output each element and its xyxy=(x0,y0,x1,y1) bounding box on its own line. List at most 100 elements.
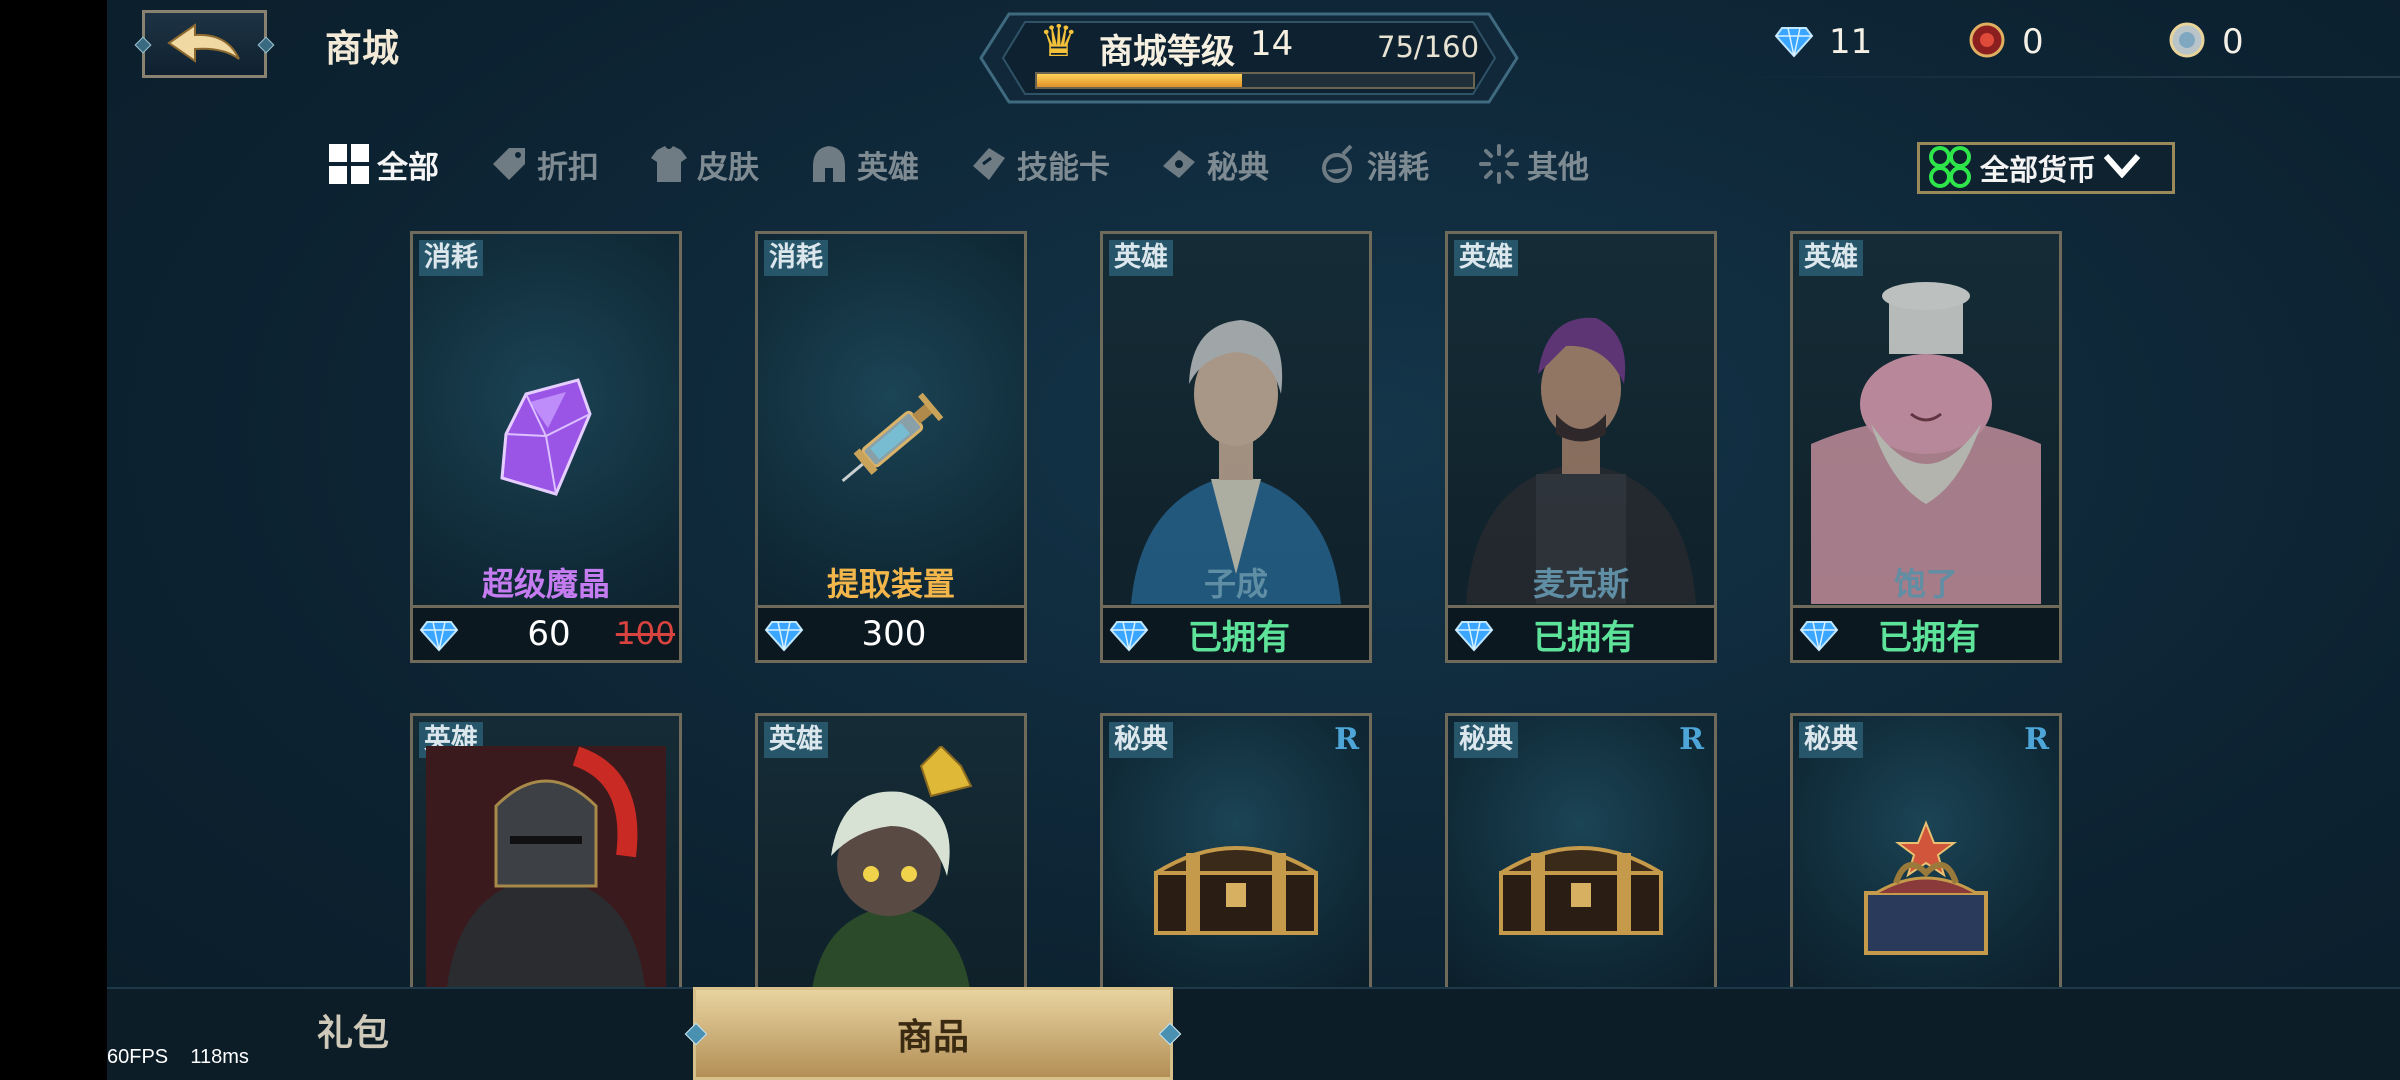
shop-item-card[interactable]: 英雄 饱了 已拥有 xyxy=(1790,231,2062,663)
shop-xp-text: 75/160 xyxy=(1377,30,1480,64)
item-name: 饱了 xyxy=(1893,565,1958,603)
item-art xyxy=(413,742,679,1000)
tab-skill-card-label: 技能卡 xyxy=(1017,149,1110,186)
currency-filter-label: 全部货币 xyxy=(1980,153,2097,187)
item-category-tag: 消耗 xyxy=(419,240,483,276)
rarity-badge: R xyxy=(1679,722,1704,757)
item-name: 提取装置 xyxy=(826,565,955,603)
price-tag-icon xyxy=(487,142,531,186)
tab-other[interactable]: 其他 xyxy=(1477,134,1589,194)
shop-screen: 商城 ♛ 商城等级 14 75/160 11 0 0 全部 折扣 皮肤 英雄 技… xyxy=(107,0,2400,1080)
item-art xyxy=(1793,776,2059,1000)
tab-discount[interactable]: 折扣 xyxy=(487,134,599,194)
tab-skin[interactable]: 皮肤 xyxy=(647,134,759,194)
silver-coin-icon xyxy=(2169,22,2205,58)
clover-icon xyxy=(1926,144,1974,192)
chevron-down-icon xyxy=(2103,151,2141,186)
shop-xp-bar xyxy=(1035,72,1475,89)
magic-crystal-icon xyxy=(500,378,592,496)
tab-hero[interactable]: 英雄 xyxy=(807,134,919,194)
back-button[interactable] xyxy=(142,10,267,78)
rarity-badge: R xyxy=(2024,722,2049,757)
item-art xyxy=(1448,274,1714,604)
tab-all-label: 全部 xyxy=(377,149,439,186)
item-name: 子成 xyxy=(1203,565,1268,603)
sparkle-icon xyxy=(1477,142,1521,186)
potion-icon xyxy=(1317,142,1361,186)
item-art xyxy=(758,274,1024,604)
tab-hero-label: 英雄 xyxy=(857,149,919,186)
item-price: 300 xyxy=(861,614,927,654)
item-art xyxy=(758,742,1024,1000)
shop-item-card[interactable]: 秘典 R xyxy=(1790,713,2062,1003)
shop-xp-fill xyxy=(1037,74,1242,87)
price-bar: 300 xyxy=(758,605,1024,660)
bottom-nav xyxy=(107,987,2400,1080)
hero-portrait-icon xyxy=(811,746,973,996)
item-original-price: 100 xyxy=(615,616,675,652)
red-token-icon xyxy=(1969,22,2005,58)
diamond-icon xyxy=(1109,621,1149,652)
shop-item-card[interactable]: 英雄 xyxy=(410,713,682,1003)
diamond-icon xyxy=(419,621,459,652)
price-bar: 已拥有 xyxy=(1793,605,2059,660)
item-category-tag: 消耗 xyxy=(764,240,828,276)
item-category-tag: 英雄 xyxy=(1109,240,1173,276)
item-art xyxy=(1793,274,2059,604)
tab-consumable-label: 消耗 xyxy=(1367,149,1429,186)
shop-item-card[interactable]: 秘典 R xyxy=(1100,713,1372,1003)
item-art xyxy=(1103,274,1369,604)
helmet-icon xyxy=(807,142,851,186)
tab-goods-label: 商品 xyxy=(896,1016,969,1058)
rarity-badge: R xyxy=(1334,722,1359,757)
shop-item-card[interactable]: 消耗 超级魔晶 60 100 xyxy=(410,231,682,663)
item-art xyxy=(1103,776,1369,1000)
price-bar: 已拥有 xyxy=(1103,605,1369,660)
tab-skin-label: 皮肤 xyxy=(697,149,759,186)
red-token-count: 0 xyxy=(2022,22,2044,62)
shop-item-card[interactable]: 英雄 xyxy=(755,713,1027,1003)
hero-portrait-icon xyxy=(1466,317,1696,604)
hero-portrait-icon xyxy=(1811,282,2041,604)
left-letterbox xyxy=(0,0,107,1080)
item-art xyxy=(413,274,679,604)
item-category-tag: 秘典 xyxy=(1109,722,1173,758)
item-name: 麦克斯 xyxy=(1532,565,1629,603)
tab-tome[interactable]: 秘典 xyxy=(1157,134,1269,194)
diamond-icon xyxy=(1454,621,1494,652)
hero-portrait-icon xyxy=(1131,320,1341,604)
tab-goods[interactable]: 商品 xyxy=(693,987,1173,1080)
tab-skill-card[interactable]: 技能卡 xyxy=(967,134,1110,194)
diamond-icon xyxy=(1774,27,1814,58)
tab-gift-pack[interactable]: 礼包 xyxy=(317,1004,389,1056)
ornate-chest-icon xyxy=(1864,820,1988,955)
owned-status: 已拥有 xyxy=(1188,617,1290,658)
skill-card-icon xyxy=(967,142,1011,186)
treasure-chest-icon xyxy=(1499,846,1663,935)
shop-item-card[interactable]: 英雄 子成 已拥有 xyxy=(1100,231,1372,663)
page-title: 商城 xyxy=(325,27,399,70)
diamond-count: 11 xyxy=(1829,22,1873,62)
debug-overlay: 60FPS 118ms xyxy=(107,1046,249,1069)
item-price: 60 xyxy=(527,614,571,654)
fps-readout: 60FPS xyxy=(107,1046,169,1068)
latency-readout: 118ms xyxy=(190,1046,249,1068)
item-art xyxy=(1448,776,1714,1000)
tab-other-label: 其他 xyxy=(1527,149,1589,186)
tab-discount-label: 折扣 xyxy=(537,149,599,186)
tab-consumable[interactable]: 消耗 xyxy=(1317,134,1429,194)
shop-level-label: 商城等级 xyxy=(1099,32,1235,72)
price-bar: 已拥有 xyxy=(1448,605,1714,660)
crown-icon: ♛ xyxy=(1039,16,1079,67)
armor-icon xyxy=(647,142,691,186)
header-divider xyxy=(1737,76,2400,78)
shop-item-card[interactable]: 消耗 提取装置 300 xyxy=(755,231,1027,663)
shop-item-card[interactable]: 秘典 R xyxy=(1445,713,1717,1003)
grid-icon xyxy=(327,142,371,186)
diamond-icon xyxy=(764,621,804,652)
item-category-tag: 秘典 xyxy=(1799,722,1863,758)
currency-filter-dropdown[interactable]: 全部货币 xyxy=(1917,142,2175,194)
owned-status: 已拥有 xyxy=(1533,617,1635,658)
tab-all[interactable]: 全部 xyxy=(327,134,439,194)
shop-item-card[interactable]: 英雄 麦克斯 已拥有 xyxy=(1445,231,1717,663)
